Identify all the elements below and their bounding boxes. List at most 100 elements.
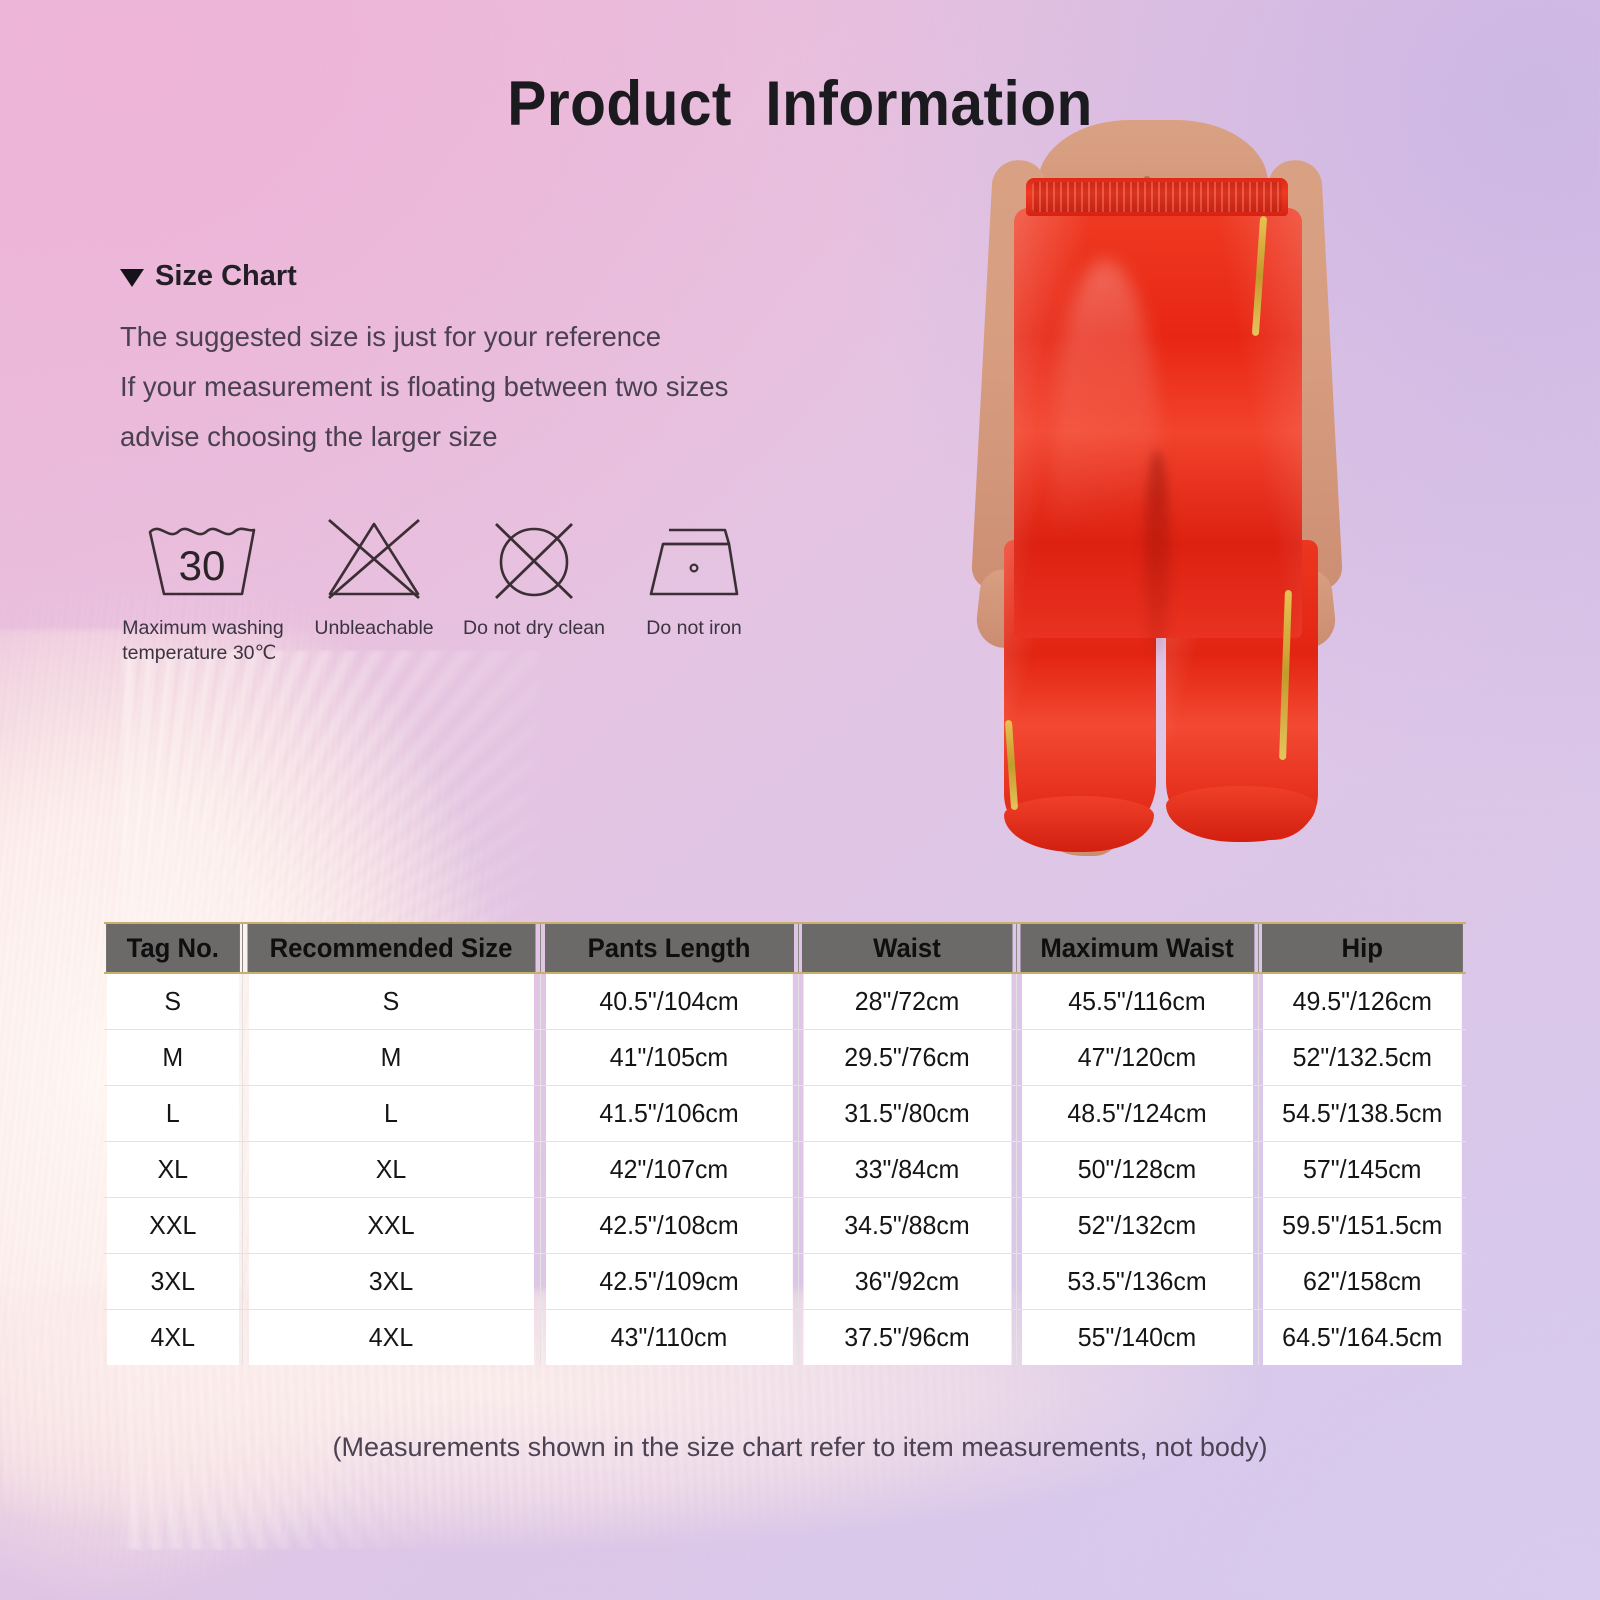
cell-tag-no: M <box>106 1029 240 1086</box>
no-bleach-triangle-icon <box>321 512 427 604</box>
cell-recommended-size: XXL <box>247 1197 535 1254</box>
blurb-line-3: advise choosing the larger size <box>120 421 498 452</box>
no-dry-clean-circle-icon <box>484 512 584 604</box>
table-row: S S 40.5"/104cm 28"/72cm 45.5"/116cm 49.5"/12… <box>104 973 1466 1030</box>
cell-hip: 64.5"/164.5cm <box>1262 1309 1462 1365</box>
cell-maximum-waist: 50"/128cm <box>1020 1141 1254 1198</box>
cell-waist: 29.5"/76cm <box>802 1029 1013 1086</box>
cell-pants-length: 43"/110cm <box>545 1309 794 1365</box>
cell-recommended-size: 3XL <box>247 1253 535 1310</box>
cell-hip: 59.5"/151.5cm <box>1262 1197 1462 1254</box>
cell-hip: 62"/158cm <box>1262 1253 1462 1310</box>
care-symbol-iron-label: Do not iron <box>646 617 742 639</box>
cell-recommended-size: XL <box>247 1141 535 1198</box>
cell-pants-length: 42.5"/109cm <box>545 1253 794 1310</box>
cell-maximum-waist: 52"/132cm <box>1020 1197 1254 1254</box>
no-iron-icon <box>641 512 747 604</box>
cell-tag-no: 4XL <box>106 1309 240 1365</box>
cell-pants-length: 40.5"/104cm <box>545 973 794 1030</box>
table-row: 4XL 4XL 43"/110cm 37.5"/96cm 55"/140cm 64.5"/… <box>104 1309 1466 1365</box>
pants-body <box>1014 208 1302 638</box>
cell-waist: 37.5"/96cm <box>802 1309 1013 1365</box>
cell-pants-length: 41.5"/106cm <box>545 1085 794 1142</box>
cell-waist: 36"/92cm <box>802 1253 1013 1310</box>
column-header-recommended-size: Recommended Size <box>246 922 537 974</box>
table-body: S S 40.5"/104cm 28"/72cm 45.5"/116cm 49.5"/12… <box>104 973 1466 1365</box>
pants-cuff-right <box>1166 786 1316 842</box>
cell-waist: 34.5"/88cm <box>802 1197 1013 1254</box>
cell-pants-length: 42.5"/108cm <box>545 1197 794 1254</box>
pants-gold-trim-top <box>1251 215 1268 337</box>
cell-tag-no: XXL <box>106 1197 240 1254</box>
pants-leg-left <box>1004 540 1156 840</box>
care-symbol-wash-label: Maximum washing temperature 30℃ <box>122 617 284 664</box>
model-hand-right <box>1272 567 1338 651</box>
product-photo <box>930 120 1400 860</box>
cell-recommended-size: 4XL <box>247 1309 535 1365</box>
cell-waist: 33"/84cm <box>802 1141 1013 1198</box>
cell-tag-no: S <box>106 973 240 1030</box>
model-hand-left <box>974 567 1040 651</box>
column-header-waist: Waist <box>801 922 1014 974</box>
pants-gold-trim-cuff <box>1004 719 1019 811</box>
pants-satin-sheen <box>1050 260 1160 680</box>
cell-maximum-waist: 48.5"/124cm <box>1020 1085 1254 1142</box>
cell-recommended-size: M <box>247 1029 535 1086</box>
size-chart-heading-label: Size Chart <box>155 260 297 292</box>
svg-text:30: 30 <box>179 542 226 589</box>
table-row: XL XL 42"/107cm 33"/84cm 50"/128cm 57"/145cm <box>104 1141 1466 1198</box>
cell-tag-no: XL <box>106 1141 240 1198</box>
table-row: XXL XXL 42.5"/108cm 34.5"/88cm 52"/132cm 59.5… <box>104 1197 1466 1254</box>
size-chart-heading: Size Chart <box>120 260 297 293</box>
cell-maximum-waist: 47"/120cm <box>1020 1029 1254 1086</box>
cell-hip: 57"/145cm <box>1262 1141 1462 1198</box>
cell-hip: 52"/132.5cm <box>1262 1029 1462 1086</box>
cell-hip: 49.5"/126cm <box>1262 973 1462 1030</box>
care-symbol-bleach-label: Unbleachable <box>314 617 434 639</box>
model-arm-left <box>970 158 1048 592</box>
cell-maximum-waist: 53.5"/136cm <box>1020 1253 1254 1310</box>
page-title: Product Information <box>507 69 1093 139</box>
cell-maximum-waist: 45.5"/116cm <box>1020 973 1254 1030</box>
triangle-down-icon <box>120 269 144 287</box>
blurb-line-1: The suggested size is just for your refe… <box>120 321 662 352</box>
pants-cuff-left <box>1004 796 1154 852</box>
table-row: L L 41.5"/106cm 31.5"/80cm 48.5"/124cm 54.5"/… <box>104 1085 1466 1142</box>
size-chart-blurb: The suggested size is just for your refe… <box>120 312 920 462</box>
cell-tag-no: 3XL <box>106 1253 240 1310</box>
table-header-row: Tag No. Recommended Size Pants Length Wa… <box>104 922 1466 974</box>
model-foot-left <box>1042 782 1124 856</box>
cell-pants-length: 42"/107cm <box>545 1141 794 1198</box>
wash-tub-30-icon: 30 <box>142 512 264 604</box>
cell-recommended-size: L <box>247 1085 535 1142</box>
care-symbols-row: 30 Maximum washing temperature 30℃ Unble… <box>112 512 774 666</box>
table-row: M M 41"/105cm 29.5"/76cm 47"/120cm 52"/132.5c… <box>104 1029 1466 1086</box>
column-header-tag-no: Tag No. <box>106 922 241 974</box>
size-chart-table-wrapper: Tag No. Recommended Size Pants Length Wa… <box>104 922 1466 1365</box>
cell-tag-no: L <box>106 1085 240 1142</box>
blurb-line-2: If your measurement is floating between … <box>120 371 729 402</box>
model-foot-right <box>1192 766 1274 840</box>
table-row: 3XL 3XL 42.5"/109cm 36"/92cm 53.5"/136cm 62"/… <box>104 1253 1466 1310</box>
size-chart-table: Tag No. Recommended Size Pants Length Wa… <box>104 922 1466 1365</box>
model-navel <box>1142 176 1152 191</box>
model-arm-right <box>1266 158 1344 592</box>
cell-maximum-waist: 55"/140cm <box>1020 1309 1254 1365</box>
pants-inseam-shadow <box>1144 450 1170 660</box>
care-symbol-dry-clean: Do not dry clean <box>454 512 614 641</box>
pants-waistband <box>1026 178 1288 216</box>
cell-waist: 28"/72cm <box>802 973 1013 1030</box>
cell-pants-length: 41"/105cm <box>545 1029 794 1086</box>
pants-gold-trim-side <box>1279 589 1292 761</box>
pants-leg-right <box>1166 540 1318 840</box>
measurements-note: (Measurements shown in the size chart re… <box>332 1432 1268 1462</box>
cell-hip: 54.5"/138.5cm <box>1262 1085 1462 1142</box>
care-symbol-iron: Do not iron <box>614 512 774 641</box>
care-symbol-wash: 30 Maximum washing temperature 30℃ <box>112 512 294 666</box>
column-header-hip: Hip <box>1261 922 1463 974</box>
column-header-pants-length: Pants Length <box>543 922 795 974</box>
care-symbol-bleach: Unbleachable <box>294 512 454 641</box>
column-header-maximum-waist: Maximum Waist <box>1019 922 1255 974</box>
cell-recommended-size: S <box>247 973 535 1030</box>
cell-waist: 31.5"/80cm <box>802 1085 1013 1142</box>
